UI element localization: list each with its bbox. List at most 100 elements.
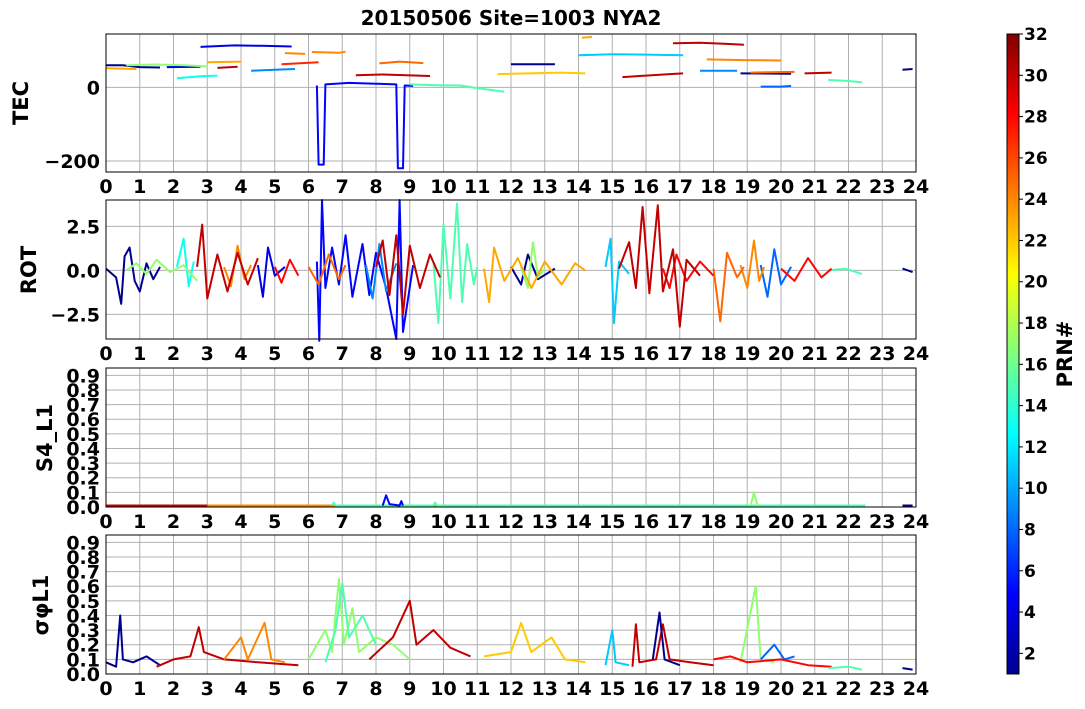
prn-series-line <box>311 50 346 54</box>
x-tick-label: 13 <box>532 678 558 700</box>
x-tick-label: 13 <box>532 343 558 365</box>
x-tick-label: 2 <box>167 343 180 365</box>
colorbar-tick-label: 16 <box>1024 355 1048 375</box>
x-tick-label: 2 <box>167 511 180 533</box>
prn-series-line <box>483 621 586 664</box>
x-tick-label: 20 <box>768 343 794 365</box>
prn-series-line <box>739 239 766 289</box>
prn-series-line <box>759 643 795 661</box>
colorbar-tick-label: 18 <box>1024 314 1048 334</box>
panel-s4: 0 1 2 3 4 5 6 7 8 9 10 11 12 13 14 15 16 17 18 19 20 21 22 23 24… <box>33 365 929 533</box>
x-tick-label: 20 <box>768 678 794 700</box>
prn-series-line <box>828 665 863 671</box>
prn-series-line <box>618 204 701 328</box>
y-tick-label: −2.5 <box>50 304 100 326</box>
prn-series-line <box>622 72 684 79</box>
x-tick-label: 21 <box>802 511 828 533</box>
x-tick-label: 18 <box>700 511 726 533</box>
x-tick-label: 2 <box>167 176 180 198</box>
x-tick-label: 17 <box>667 176 693 198</box>
x-tick-label: 15 <box>599 176 625 198</box>
prn-series-line <box>355 73 431 77</box>
x-tick-label: 12 <box>498 343 524 365</box>
prn-series-line <box>196 223 259 300</box>
x-tick-label: 6 <box>302 511 315 533</box>
prn-series-line <box>750 70 795 74</box>
prn-series-line <box>581 35 593 39</box>
colorbar-tick-label: 20 <box>1024 273 1048 293</box>
x-tick-label: 10 <box>430 176 456 198</box>
x-tick-label: 19 <box>734 343 760 365</box>
x-tick-label: 23 <box>869 511 895 533</box>
x-tick-label: 3 <box>201 176 214 198</box>
x-tick-label: 9 <box>403 176 416 198</box>
x-tick-label: 24 <box>903 343 929 365</box>
prn-series-line <box>712 251 745 323</box>
x-tick-label: 8 <box>369 343 382 365</box>
x-tick-label: 7 <box>336 511 349 533</box>
prn-series-line <box>251 68 296 72</box>
x-tick-label: 8 <box>369 511 382 533</box>
x-tick-label: 11 <box>464 343 490 365</box>
prn-series-line <box>105 246 161 305</box>
x-tick-label: 18 <box>700 678 726 700</box>
panel-sigma-phi: 0 1 2 3 4 5 6 7 8 9 10 11 12 13 14 15 16 17 18 19 20 21 22 23 24… <box>29 532 929 700</box>
panel-tec: 0 1 2 3 4 5 6 7 8 9 10 11 12 13 14 15 16 17 18 19 20 21 22 23 24… <box>9 33 929 198</box>
sigma-phi-gridlines <box>105 535 917 675</box>
x-tick-label: 9 <box>403 343 416 365</box>
x-tick-label: 3 <box>201 511 214 533</box>
x-tick-label: 21 <box>802 176 828 198</box>
x-tick-label: 7 <box>336 176 349 198</box>
x-tick-label: 15 <box>599 511 625 533</box>
rot-ylabel: ROT <box>17 245 41 294</box>
x-tick-label: 5 <box>268 343 281 365</box>
x-tick-label: 11 <box>464 678 490 700</box>
figure: 20150506 Site=1003 NYA2 0 1 2 3 4 5 6 7 8 9 10 11 12… <box>9 6 1077 700</box>
s4-series <box>106 491 913 507</box>
tec-series <box>105 35 913 170</box>
colorbar: 2468101214161820222426283032 PRN# <box>1006 25 1077 675</box>
prn-series-line <box>105 67 137 70</box>
x-tick-label: 4 <box>234 343 247 365</box>
x-tick-label: 18 <box>700 343 726 365</box>
x-tick-label: 22 <box>835 176 861 198</box>
prn-series-line <box>273 258 300 284</box>
y-tick-label: 2.5 <box>66 216 100 238</box>
x-tick-label: 14 <box>565 343 591 365</box>
x-tick-label: 19 <box>734 511 760 533</box>
x-tick-label: 22 <box>835 511 861 533</box>
colorbar-tick-label: 8 <box>1024 520 1036 540</box>
x-tick-label: 18 <box>700 176 726 198</box>
y-tick-label: −200 <box>44 151 100 173</box>
prn-series-line <box>281 61 319 66</box>
x-tick-label: 0 <box>99 176 112 198</box>
x-tick-label: 5 <box>268 176 281 198</box>
prn-series-line <box>217 65 238 69</box>
prn-series-line <box>902 667 913 671</box>
prn-series-line <box>256 246 286 298</box>
x-tick-label: 24 <box>903 511 929 533</box>
x-tick-label: 1 <box>133 678 146 700</box>
prn-series-line <box>207 60 242 64</box>
prn-series-line <box>432 202 479 325</box>
prn-series-line <box>604 629 630 667</box>
prn-series-line <box>672 41 744 46</box>
x-tick-label: 3 <box>201 343 214 365</box>
x-tick-label: 11 <box>464 511 490 533</box>
y-tick-label: 0.0 <box>66 260 100 282</box>
x-tick-label: 19 <box>734 176 760 198</box>
figure-title: 20150506 Site=1003 NYA2 <box>361 6 662 30</box>
s4-tick-labels: 0 1 2 3 4 5 6 7 8 9 10 11 12 13 14 15 16 17 18 19 20 21 22 23 24… <box>66 365 929 533</box>
tec-ylabel: TEC <box>9 81 33 125</box>
x-tick-label: 13 <box>532 511 558 533</box>
x-tick-label: 7 <box>336 343 349 365</box>
colorbar-tick-label: 26 <box>1024 149 1048 169</box>
x-tick-label: 1 <box>133 511 146 533</box>
prn-series-line <box>409 83 505 93</box>
prn-series-line <box>828 79 863 84</box>
prn-series-line <box>497 71 586 76</box>
x-tick-label: 4 <box>234 176 247 198</box>
prn-series-line <box>828 267 863 275</box>
s4-gridlines <box>105 368 917 508</box>
x-tick-label: 0 <box>99 343 112 365</box>
